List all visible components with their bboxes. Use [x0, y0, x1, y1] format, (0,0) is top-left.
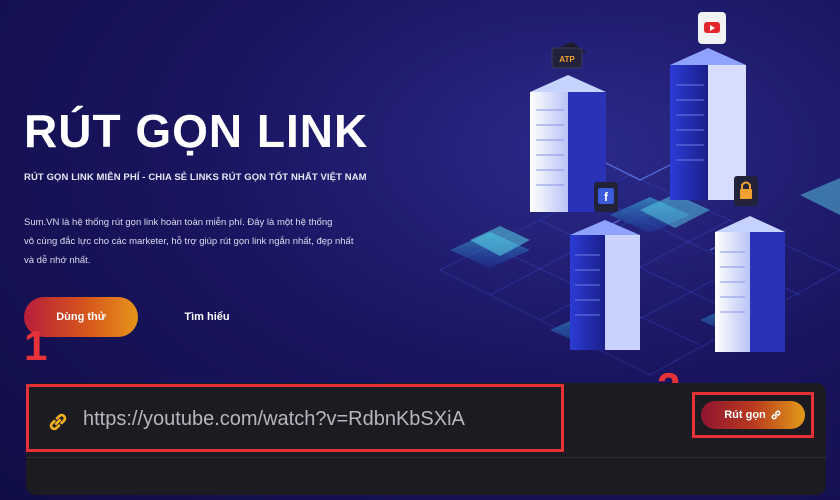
callout-number-1: 1 [24, 322, 48, 369]
youtube-icon [698, 12, 726, 44]
hero-title: RÚT GỌN LINK [24, 105, 369, 157]
atp-badge-text: ATP [559, 55, 575, 64]
atp-badge-icon: ATP [551, 42, 586, 69]
link-icon [49, 413, 67, 431]
server-tower [715, 216, 785, 352]
hero-description-line: vô cùng đắc lực cho các marketer, hỗ trợ… [24, 236, 354, 247]
server-illustration: ATP f [438, 12, 840, 376]
lock-icon [734, 176, 758, 206]
panel-divider [26, 457, 826, 458]
hero-subtitle: RÚT GỌN LINK MIỄN PHÍ - CHIA SẺ LINKS RÚ… [24, 172, 367, 183]
hero-description: Sum.VN là hệ thống rút gọn link hoàn toà… [24, 213, 374, 270]
shorten-button-label: Rút gọn [724, 409, 766, 421]
facebook-icon: f [594, 182, 618, 212]
url-input-highlight [26, 384, 564, 452]
server-tower [570, 220, 640, 350]
hero-description-line: và dễ nhớ nhất. [24, 255, 91, 266]
url-input[interactable] [81, 397, 555, 441]
hero-description-line: Sum.VN là hệ thống rút gọn link hoàn toà… [24, 217, 333, 228]
learn-more-button[interactable]: Tìm hiểu [168, 297, 246, 337]
shorten-button-highlight: Rút gọn [692, 392, 814, 438]
shorten-button[interactable]: Rút gọn [701, 401, 805, 429]
link-icon [771, 410, 781, 420]
